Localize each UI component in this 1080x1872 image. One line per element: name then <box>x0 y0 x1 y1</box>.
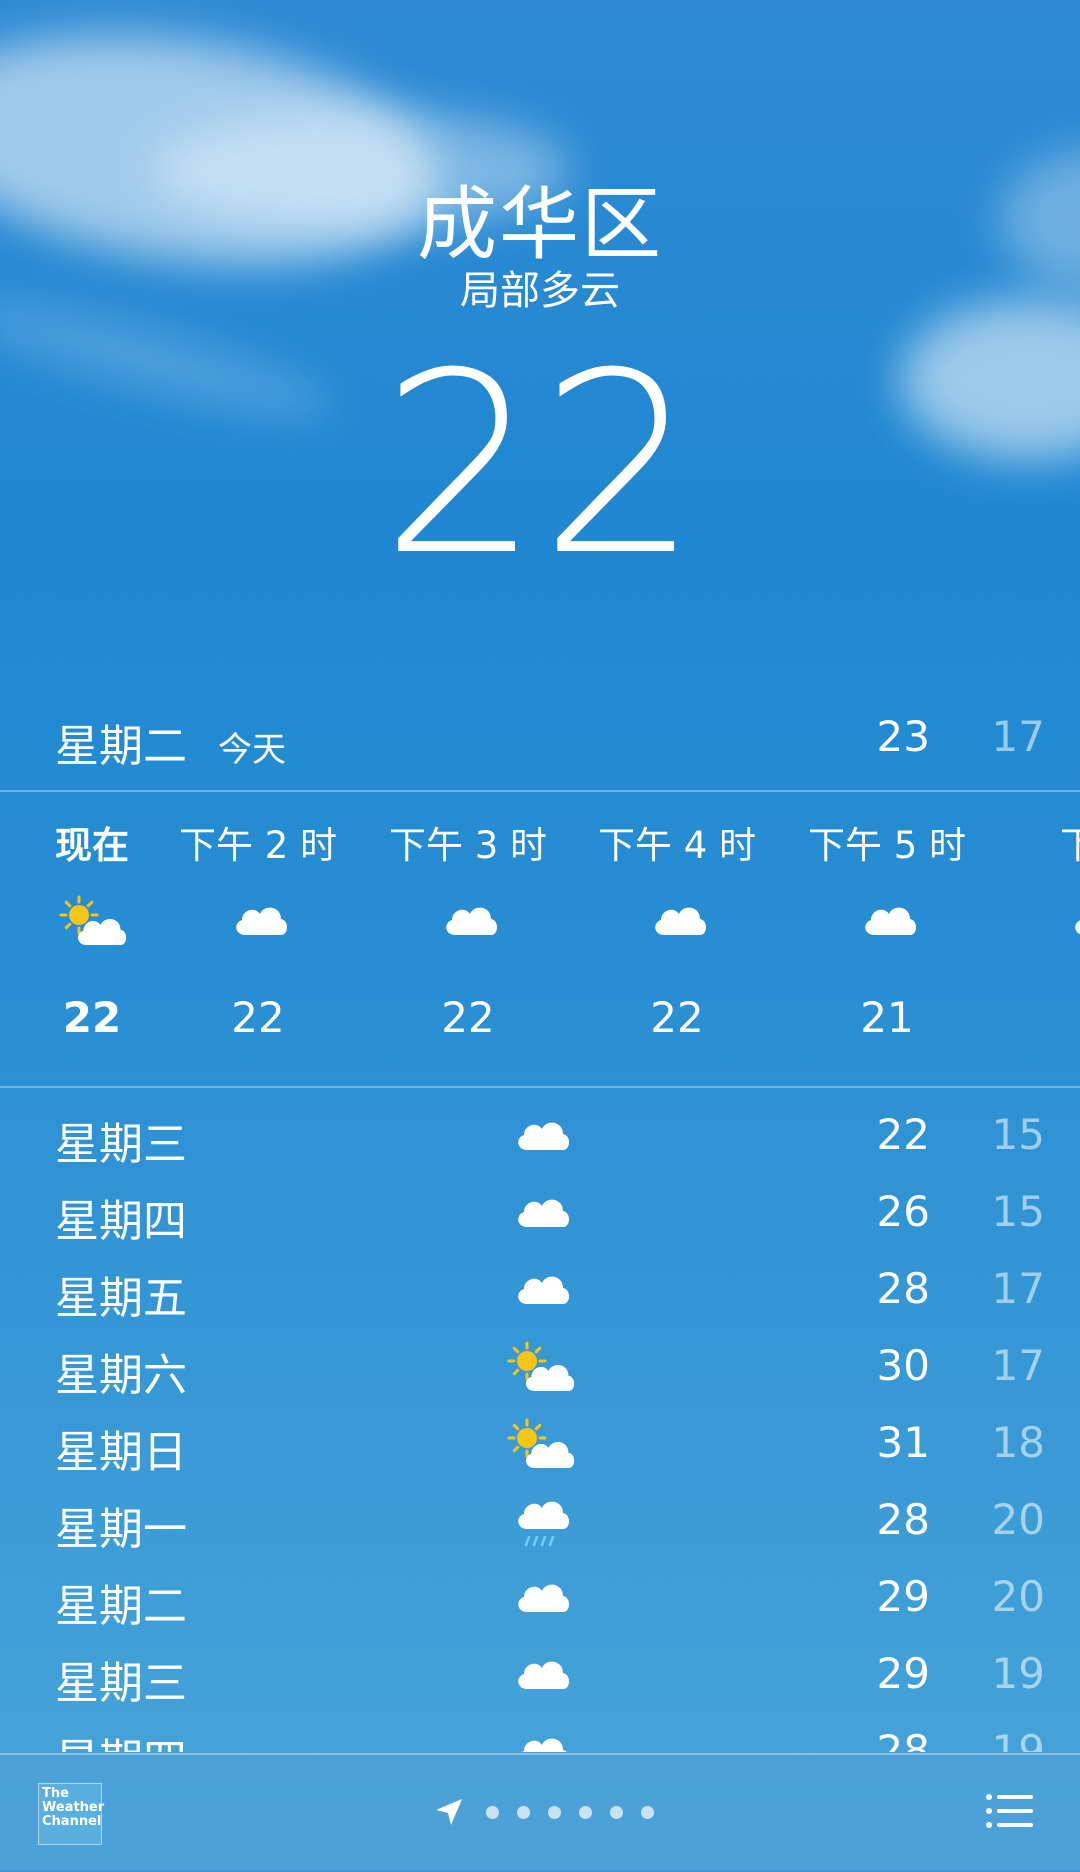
day-high: 28 <box>876 1726 930 1752</box>
day-name: 星期五 <box>55 1273 187 1324</box>
day-name: 星期二 <box>55 1581 187 1632</box>
cloud-icon <box>518 1276 569 1304</box>
day-high: 28 <box>876 1495 930 1544</box>
day-name: 星期三 <box>55 1119 187 1170</box>
day-name: 星期六 <box>55 1350 187 1401</box>
day-name: 星期四 <box>55 1196 187 1247</box>
page-dot[interactable] <box>579 1805 593 1819</box>
divider <box>0 1086 1080 1088</box>
daily-row: 星期日 31 18 <box>0 1408 1080 1485</box>
daily-row: 星期六 30 17 <box>0 1331 1080 1408</box>
cloud-icon <box>655 907 706 935</box>
daily-row: 星期三 22 15 <box>0 1100 1080 1177</box>
rain-icon <box>518 1501 569 1547</box>
cloud-icon <box>1075 920 1080 935</box>
today-high: 23 <box>876 712 930 761</box>
day-low: 15 <box>991 1110 1045 1159</box>
hour-temp: 22 <box>650 993 704 1042</box>
cloud-icon <box>518 1122 569 1150</box>
today-summary: 星期二 今天 23 17 <box>0 700 1080 772</box>
hour-label: 下午 5 时 <box>807 824 967 867</box>
day-low: 17 <box>991 1341 1045 1390</box>
hour-label: 下午 3 时 <box>388 824 548 867</box>
day-high: 28 <box>876 1264 930 1313</box>
daily-forecast[interactable]: 星期三 22 15 星期四 26 15 星期五 28 17 星期六 30 17 星期日 31 18 星期一 28… <box>0 1100 1080 1752</box>
cloud-icon <box>522 1738 567 1752</box>
day-low: 15 <box>991 1187 1045 1236</box>
cloud-icon <box>518 1661 569 1689</box>
list-icon[interactable] <box>985 1791 1035 1831</box>
location-arrow-icon <box>436 1799 462 1825</box>
day-high: 29 <box>876 1649 930 1698</box>
current-temperature: 22 <box>380 319 700 610</box>
day-low: 19 <box>991 1649 1045 1698</box>
today-low: 17 <box>991 712 1045 761</box>
today-day: 星期二 <box>55 721 187 772</box>
hour-temp: 21 <box>860 993 914 1042</box>
divider <box>0 790 1080 792</box>
day-low: 18 <box>991 1418 1045 1467</box>
day-name: 星期三 <box>55 1658 187 1709</box>
partly-sunny-icon <box>59 895 127 945</box>
bottom-toolbar: The Weather Channel <box>0 1753 1080 1872</box>
day-high: 26 <box>876 1187 930 1236</box>
daily-row: 星期五 28 17 <box>0 1254 1080 1331</box>
daily-row: 星期一 28 20 <box>0 1485 1080 1562</box>
daily-row: 星期四 26 15 <box>0 1177 1080 1254</box>
page-dot[interactable] <box>517 1805 531 1819</box>
day-high: 30 <box>876 1341 930 1390</box>
partly-sunny-icon <box>507 1341 575 1391</box>
daily-row: 星期三 29 19 <box>0 1639 1080 1716</box>
page-indicator[interactable] <box>432 1795 663 1835</box>
hour-label: 下午 4 时 <box>597 824 757 867</box>
page-dot[interactable] <box>610 1805 624 1819</box>
page-dot[interactable] <box>486 1805 500 1819</box>
cloud-icon <box>518 1199 569 1227</box>
cloud-icon <box>236 907 287 935</box>
cloud-icon <box>865 907 916 935</box>
hour-temp: 22 <box>231 993 285 1042</box>
weather-channel-logo[interactable]: The Weather Channel <box>38 1783 104 1845</box>
daily-row: 星期二 29 20 <box>0 1562 1080 1639</box>
day-low: 20 <box>991 1572 1045 1621</box>
weather-condition: 局部多云 <box>460 268 620 314</box>
hour-label: 下午 <box>1060 824 1080 867</box>
hour-temp: 2 <box>997 993 1080 1042</box>
today-label: 今天 <box>218 730 286 770</box>
day-name: 星期一 <box>55 1504 187 1555</box>
hourly-forecast[interactable]: 现在22下午 2 时22下午 3 时22下午 4 时22下午 5 时21下午2 <box>0 793 1080 1085</box>
day-name: 星期日 <box>55 1427 187 1478</box>
day-low: 19 <box>991 1726 1045 1752</box>
partly-sunny-icon <box>507 1418 575 1468</box>
cloud-icon <box>446 907 497 935</box>
day-high: 29 <box>876 1572 930 1621</box>
cloud-icon <box>518 1584 569 1612</box>
day-high: 31 <box>876 1418 930 1467</box>
hour-temp: 22 <box>441 993 495 1042</box>
daily-row: 星期四 28 19 <box>0 1716 1080 1752</box>
page-dot[interactable] <box>641 1805 655 1819</box>
day-name: 星期四 <box>55 1724 187 1752</box>
day-low: 17 <box>991 1264 1045 1313</box>
day-high: 22 <box>876 1110 930 1159</box>
page-dot[interactable] <box>548 1805 562 1819</box>
day-low: 20 <box>991 1495 1045 1544</box>
hour-label: 下午 2 时 <box>178 824 338 867</box>
